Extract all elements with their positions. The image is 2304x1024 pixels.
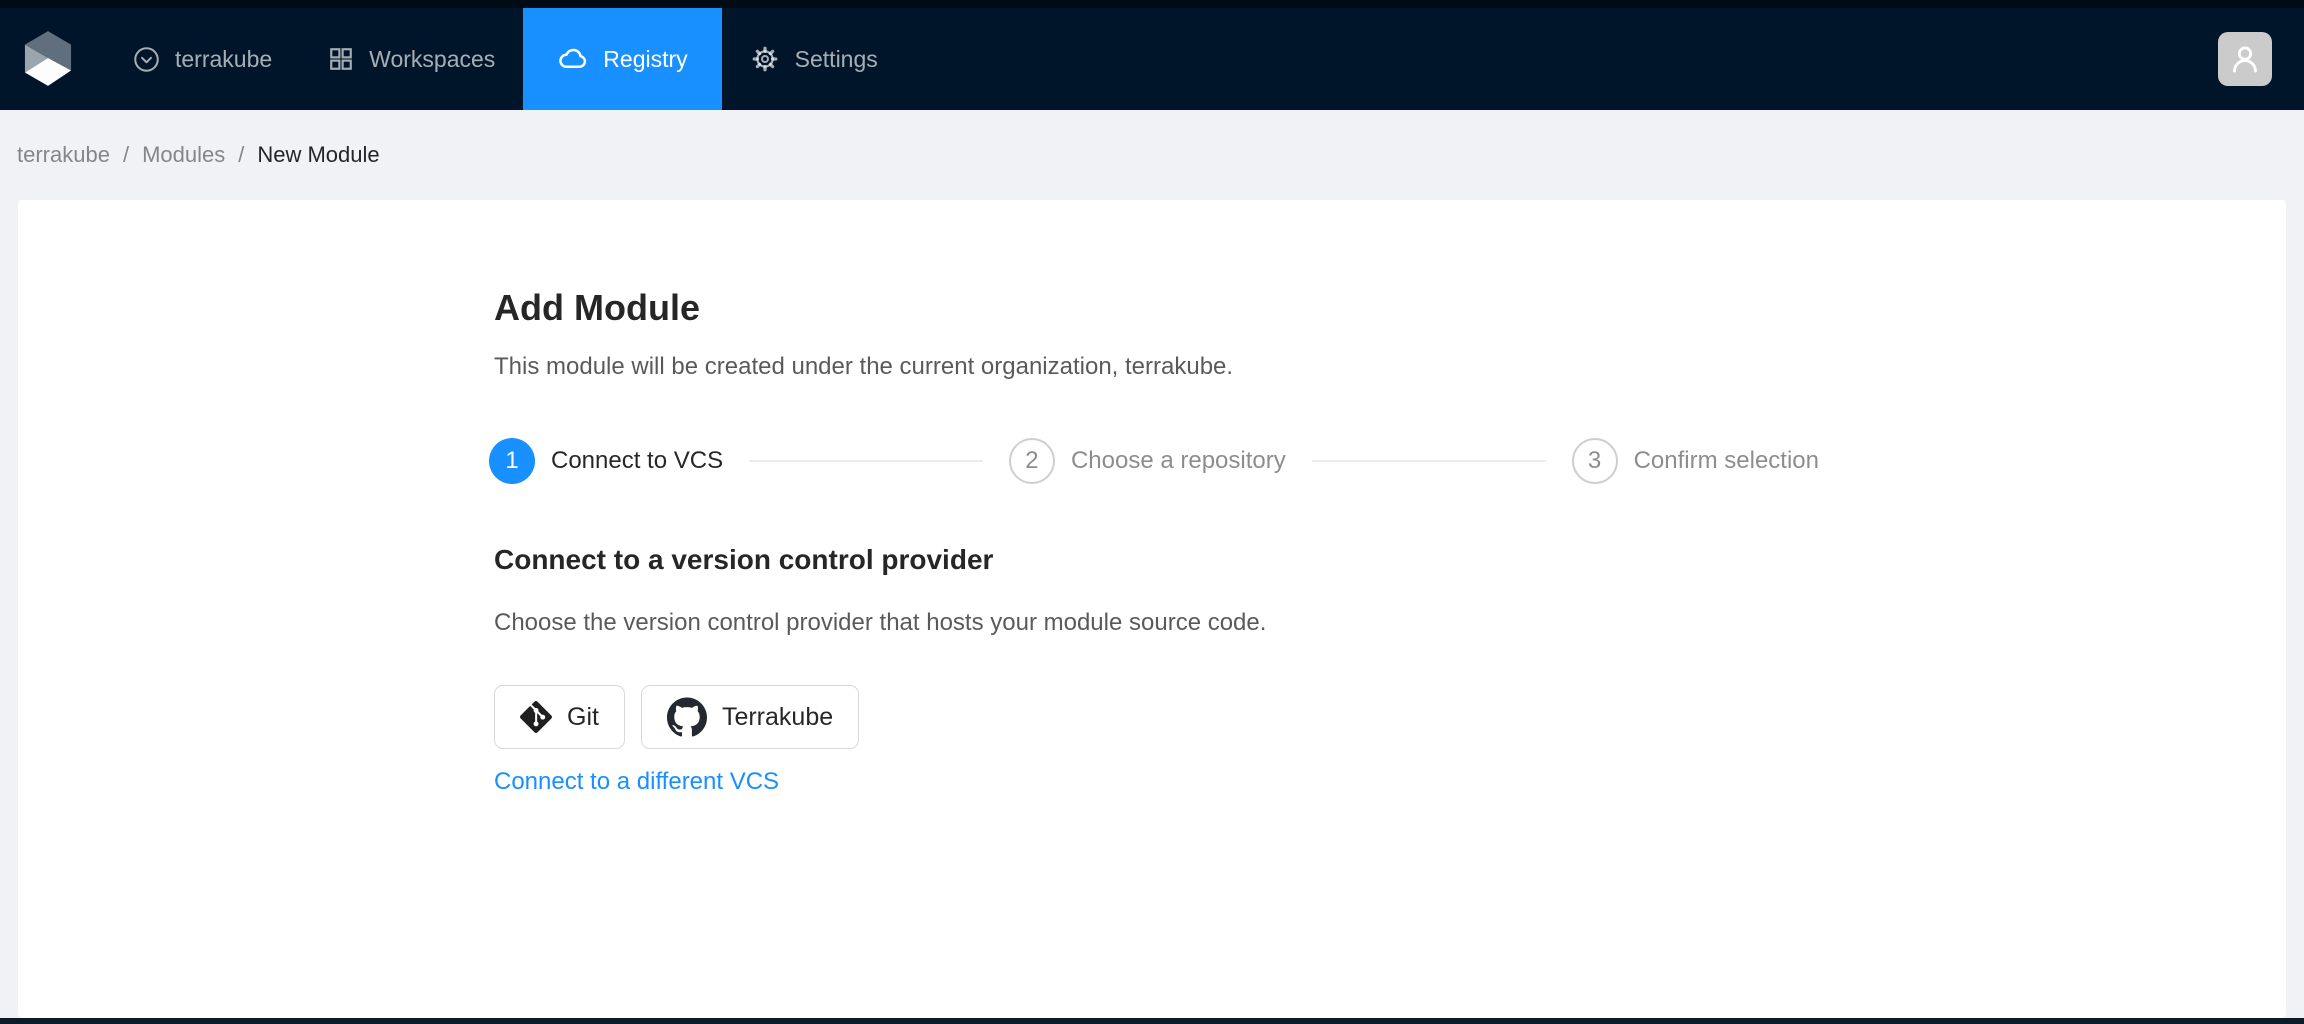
window-top-edge	[0, 0, 2304, 8]
step-confirm-selection: 3 Confirm selection	[1571, 438, 1819, 484]
connect-different-vcs-link[interactable]: Connect to a different VCS	[494, 768, 779, 796]
github-icon	[666, 697, 707, 737]
step-number-badge: 3	[1571, 438, 1618, 484]
terrakube-logo	[24, 31, 72, 86]
step-choose-repository: 2 Choose a repository	[1008, 438, 1286, 484]
git-provider-button[interactable]: Git	[494, 685, 625, 749]
terrakube-provider-button[interactable]: Terrakube	[640, 685, 860, 749]
breadcrumb-separator: /	[238, 142, 245, 167]
breadcrumb: terrakube / Modules / New Module	[0, 110, 2304, 200]
breadcrumb-separator: /	[122, 142, 130, 167]
step-label: Choose a repository	[1070, 447, 1286, 474]
step-number-badge: 2	[1008, 438, 1055, 484]
breadcrumb-current-page: New Module	[257, 142, 380, 167]
user-avatar[interactable]	[2218, 32, 2272, 86]
wizard-steps: 1 Connect to VCS 2 Choose a repository 3…	[489, 438, 1819, 484]
nav-item-label: Registry	[603, 45, 688, 72]
git-icon	[520, 701, 552, 733]
vcs-provider-buttons: Git Terrakube	[494, 685, 2246, 749]
step-number-badge: 1	[489, 438, 535, 484]
gear-icon	[752, 46, 778, 72]
bottom-window-edge	[0, 1018, 2304, 1024]
vcs-section-description: Choose the version control provider that…	[494, 609, 1267, 636]
nav-item-label: Settings	[794, 45, 878, 72]
add-module-card: Add Module This module will be created u…	[18, 200, 2286, 1018]
nav-item-settings[interactable]: Settings	[722, 8, 906, 110]
appstore-icon	[330, 48, 353, 70]
page-subtitle: This module will be created under the cu…	[494, 353, 1234, 380]
vcs-button-label: Terrakube	[721, 702, 834, 731]
step-connect-to-vcs: 1 Connect to VCS	[489, 438, 723, 484]
down-circle-icon	[134, 46, 159, 72]
vcs-button-label: Git	[567, 702, 599, 731]
step-connector	[1311, 460, 1546, 462]
nav-item-label: Workspaces	[369, 45, 496, 72]
user-icon	[2233, 46, 2257, 73]
nav-item-workspaces[interactable]: Workspaces	[300, 8, 523, 110]
step-label: Connect to VCS	[551, 447, 724, 474]
nav-item-label: terrakube	[175, 45, 273, 72]
breadcrumb-modules[interactable]: Modules	[142, 142, 225, 168]
nav-item-registry[interactable]: Registry	[523, 8, 722, 110]
cloud-icon	[559, 48, 587, 68]
page-title: Add Module	[494, 287, 700, 328]
vcs-section-heading: Connect to a version control provider	[494, 544, 994, 575]
main-nav-menu: terrakube Workspaces Registry Settings	[105, 8, 906, 110]
breadcrumb-organization[interactable]: terrakube	[17, 142, 110, 168]
nav-item-organization[interactable]: terrakube	[105, 8, 300, 110]
step-label: Confirm selection	[1633, 447, 1819, 474]
top-navbar: terrakube Workspaces Registry Settings	[0, 8, 2304, 110]
step-connector	[749, 460, 983, 462]
